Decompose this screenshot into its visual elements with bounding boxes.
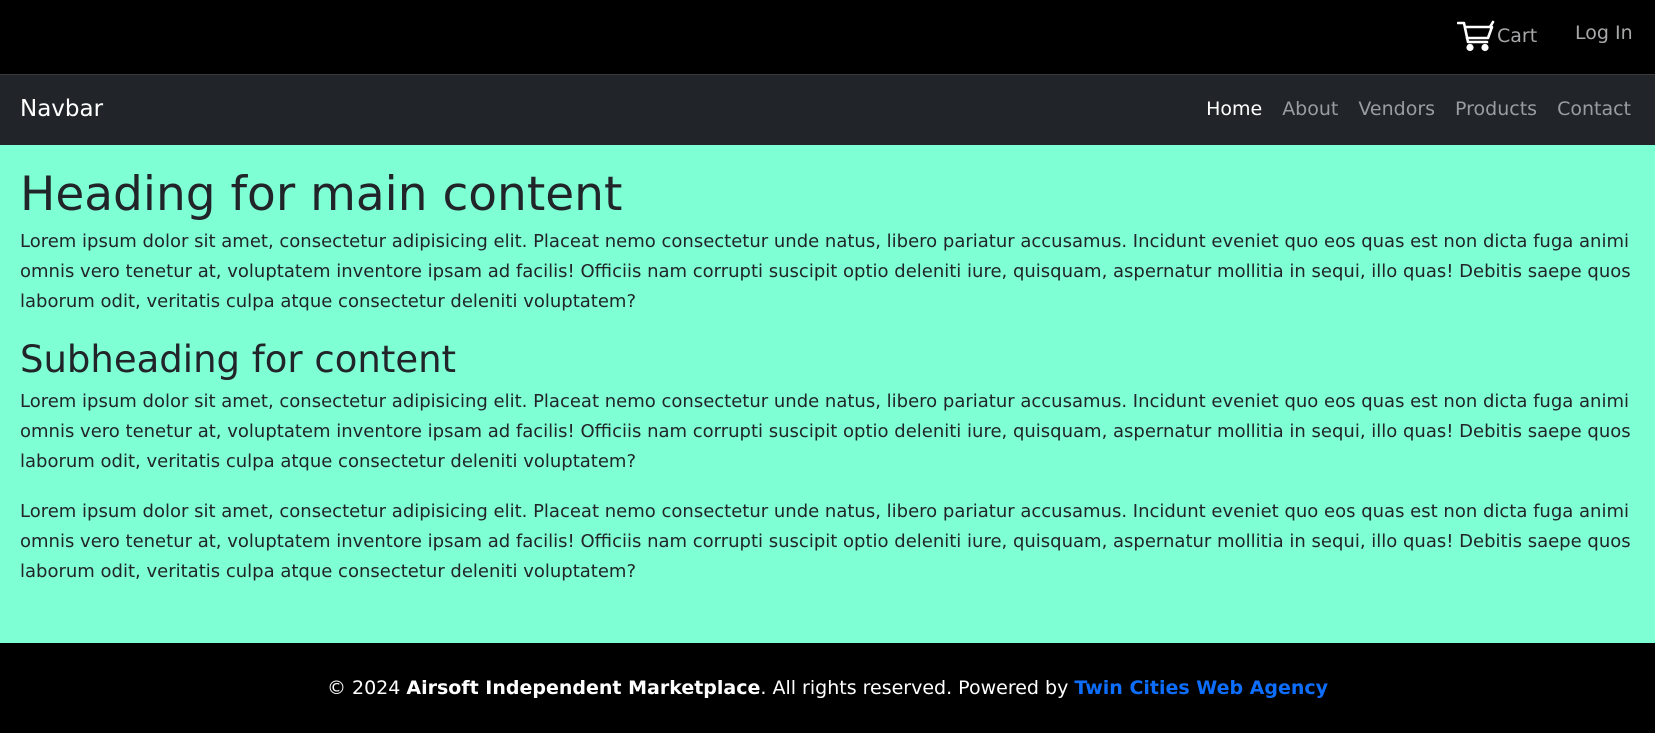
main-navbar: Navbar Home About Vendors Products Conta… (0, 75, 1655, 145)
top-utility-bar: Cart Log In (0, 0, 1655, 75)
main-paragraph-3: Lorem ipsum dolor sit amet, consectetur … (20, 501, 1631, 582)
nav-link-home[interactable]: Home (1206, 98, 1262, 120)
main-paragraph-2: Lorem ipsum dolor sit amet, consectetur … (20, 391, 1631, 472)
main-heading: Heading for main content (20, 167, 623, 222)
main-content: Heading for main content Lorem ipsum dol… (0, 145, 1655, 643)
nav-link-vendors[interactable]: Vendors (1358, 98, 1435, 120)
nav-links: Home About Vendors Products Contact (1206, 98, 1631, 120)
footer-rights-text: . All rights reserved. Powered by (760, 677, 1075, 699)
navbar-brand[interactable]: Navbar (20, 96, 103, 122)
footer-agency-link[interactable]: Twin Cities Web Agency (1074, 677, 1328, 699)
main-paragraph-1: Lorem ipsum dolor sit amet, consectetur … (20, 231, 1631, 312)
shopping-cart-icon (1457, 20, 1495, 52)
nav-item-vendors: Vendors (1358, 98, 1435, 120)
site-footer: © 2024 Airsoft Independent Marketplace. … (0, 643, 1655, 733)
nav-link-about[interactable]: About (1282, 98, 1338, 120)
nav-item-products: Products (1455, 98, 1537, 120)
nav-link-contact[interactable]: Contact (1557, 98, 1631, 120)
footer-company-name: Airsoft Independent Marketplace (406, 677, 761, 699)
cart-label: Cart (1497, 25, 1538, 47)
cart-link[interactable]: Cart (1457, 18, 1537, 54)
nav-item-about: About (1282, 98, 1338, 120)
nav-link-products[interactable]: Products (1455, 98, 1537, 120)
login-link[interactable]: Log In (1575, 22, 1633, 44)
subheading: Subheading for content (20, 338, 457, 381)
footer-copyright: © 2024 (326, 677, 407, 699)
nav-item-home: Home (1206, 98, 1262, 120)
nav-item-contact: Contact (1557, 98, 1631, 120)
